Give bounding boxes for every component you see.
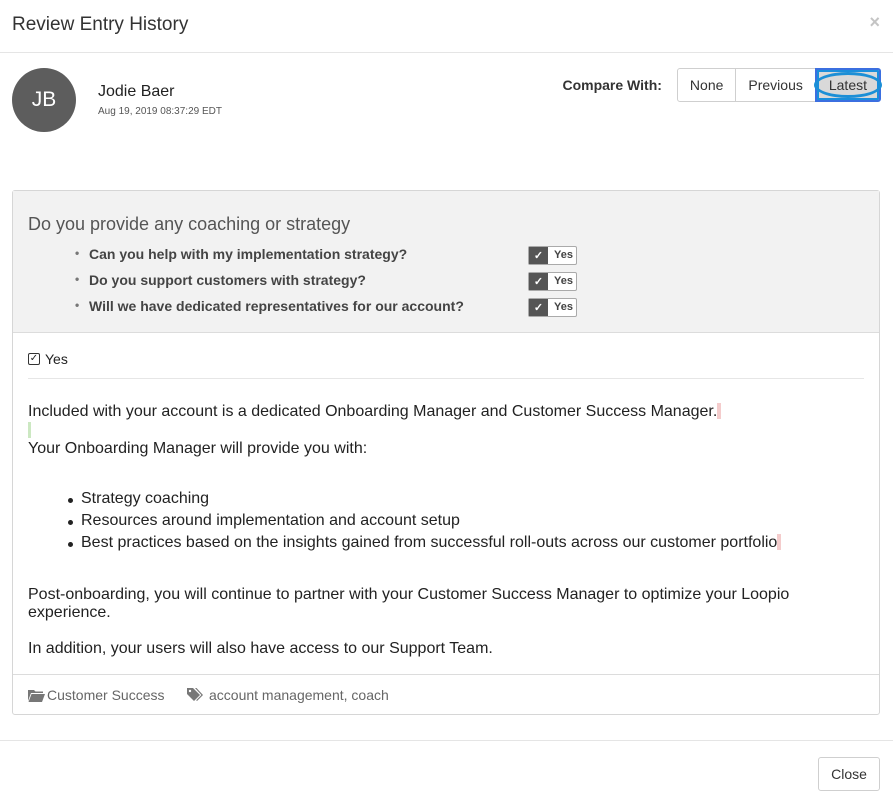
yes-badge: ✓ Yes [528,246,577,265]
yes-badge-label: Yes [554,275,573,287]
modal-footer: Close [0,740,893,804]
list-item-text: Best practices based on the insights gai… [81,534,778,551]
alternate-question-text: Will we have dedicated representatives f… [89,298,464,314]
question-title: Do you provide any coaching or strategy [28,214,351,234]
entry-panel: Do you provide any coaching or strategy … [12,190,880,715]
bullet-dot: • [75,272,80,286]
modal-title: Review Entry History [12,14,189,35]
tag-icon [187,687,203,701]
compare-previous-button[interactable]: Previous [735,68,816,102]
list-item: Strategy coaching [67,490,781,512]
answer-paragraph: Included with your account is a dedicate… [28,403,818,421]
author-date: Aug 19, 2019 08:37:29 EDT [98,106,222,117]
check-icon: ✓ [529,273,548,290]
checkbox-icon: ✓ [28,353,40,365]
tags-label: account management, coach [209,687,389,703]
answer-paragraph: Post-onboarding, you will continue to pa… [28,586,790,621]
yes-badge: ✓ Yes [528,272,577,291]
compare-button-group: None Previous Latest [676,68,883,102]
answer-paragraph: In addition, your users will also have a… [28,640,493,657]
alternate-questions-list: • Can you help with my implementation st… [75,243,585,321]
folder-icon [28,689,45,702]
answer-paragraph: Your Onboarding Manager will provide you… [28,440,368,457]
alternate-question-text: Can you help with my implementation stra… [89,246,408,262]
divider [28,378,864,379]
bullet-dot: • [75,298,80,312]
check-icon: ✓ [529,299,548,316]
folder-location[interactable]: Customer Success [28,687,164,703]
close-icon[interactable]: × [869,12,880,33]
tags-list[interactable]: account management, coach [187,687,389,703]
entry-meta: Customer Success account management, coa… [13,674,879,714]
question-section: Do you provide any coaching or strategy … [13,191,879,333]
list-item: Resources around implementation and acco… [67,512,781,534]
compare-with: Compare With: None Previous Latest [562,68,883,102]
alternate-question-text: Do you support customers with strategy? [89,272,366,288]
compare-label: Compare With: [562,77,662,93]
alternate-question: • Will we have dedicated representatives… [75,295,585,321]
insertion-marker [28,422,31,438]
avatar: JB [12,68,76,132]
answer-bullet-list: Strategy coaching Resources around imple… [67,490,782,556]
yes-badge-label: Yes [554,249,573,261]
deletion-marker [777,534,782,550]
check-icon: ✓ [529,247,548,264]
answer-checkbox-label: Yes [45,351,68,367]
compare-none-button[interactable]: None [676,68,737,102]
alternate-question: • Can you help with my implementation st… [75,243,585,269]
compare-latest-button[interactable]: Latest [813,68,883,102]
yes-badge: ✓ Yes [528,298,577,317]
answer-checkbox: ✓ Yes [28,351,68,367]
yes-badge-label: Yes [554,301,573,313]
author-name: Jodie Baer [98,83,175,100]
list-item: Best practices based on the insights gai… [67,534,782,556]
alternate-question: • Do you support customers with strategy… [75,269,585,295]
modal-header: Review Entry History × [0,0,893,53]
answer-paragraph-text: Included with your account is a dedicate… [28,403,718,420]
close-button[interactable]: Close [818,757,880,791]
folder-label: Customer Success [47,687,165,703]
deletion-marker [717,403,722,419]
bullet-dot: • [75,246,80,260]
